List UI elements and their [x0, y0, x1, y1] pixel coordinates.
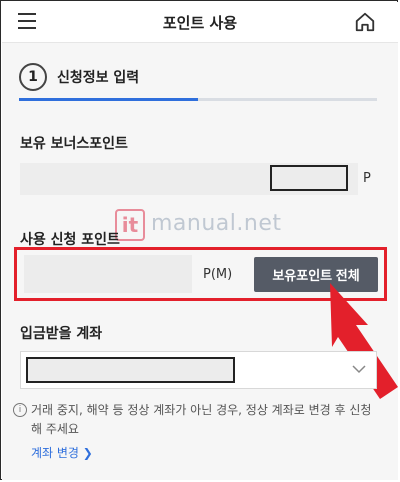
info-icon: i — [13, 403, 27, 417]
use-points-unit: P(M) — [203, 267, 233, 282]
page-title: 포인트 사용 — [162, 14, 238, 32]
bonus-points-label: 보유 보너스포인트 — [20, 136, 128, 152]
bonus-points-value-masked — [270, 165, 348, 191]
watermark-text: manual.net — [151, 211, 282, 236]
form-body: 1 신청정보 입력 보유 보너스포인트 P it manual.net 사용 신… — [2, 43, 398, 480]
chevron-down-icon — [352, 365, 366, 374]
deposit-account-label: 입금받을 계좌 — [20, 326, 103, 342]
bonus-points-field — [20, 163, 358, 195]
change-account-link[interactable]: 계좌 변경 ❯ — [31, 444, 93, 461]
account-notice: 거래 중지, 해약 등 정상 계좌가 아닌 경우, 정상 계좌로 변경 후 신청… — [31, 403, 372, 436]
deposit-account-select[interactable] — [20, 351, 377, 389]
step-progress-fill — [19, 98, 198, 101]
bonus-points-unit: P — [363, 171, 371, 186]
watermark: it manual.net — [115, 205, 285, 245]
top-bar: 포인트 사용 — [2, 2, 398, 43]
account-value-masked — [26, 357, 235, 383]
app-frame: 포인트 사용 1 신청정보 입력 보유 보너스포인트 P it manual.n… — [0, 0, 398, 480]
step-progress — [19, 98, 377, 101]
step-label: 신청정보 입력 — [57, 70, 140, 86]
step-number: 1 — [19, 63, 47, 91]
use-points-input[interactable] — [24, 255, 192, 293]
home-icon[interactable] — [354, 11, 376, 33]
use-points-label: 사용 신청 포인트 — [20, 232, 120, 248]
